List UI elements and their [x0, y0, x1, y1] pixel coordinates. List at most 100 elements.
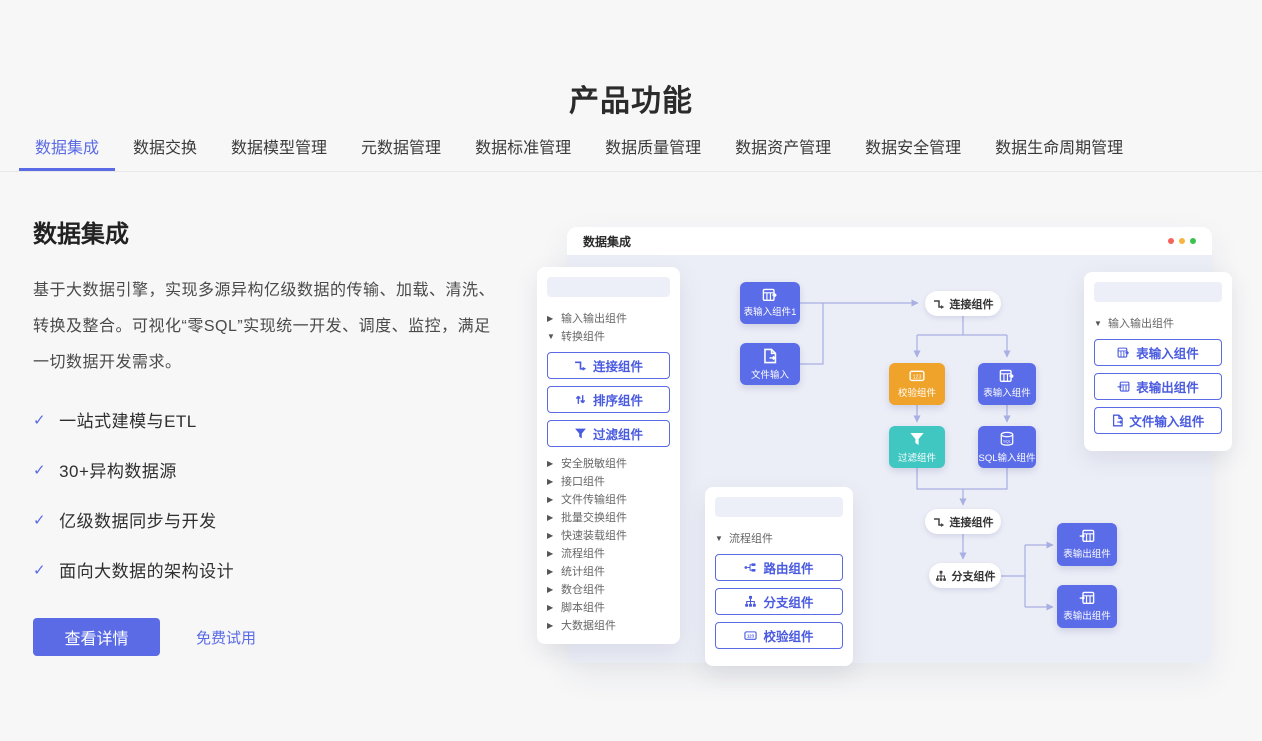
tree-group[interactable]: ▶脚本组件: [547, 598, 670, 616]
file-in-icon: [763, 348, 777, 364]
caret-right-icon: ▶: [547, 621, 556, 630]
component-button-label: 过滤组件: [593, 424, 643, 443]
flow-node-label: 文件输入: [751, 367, 789, 381]
tree-group[interactable]: ▶ 大数据组件: [547, 616, 670, 634]
component-button-label: 路由组件: [763, 558, 813, 577]
table-in-icon: [1117, 347, 1130, 358]
flow-node[interactable]: 文件输入: [740, 343, 800, 385]
flow-node-label: 校验组件: [898, 385, 936, 399]
caret-right-icon: ▶: [547, 585, 556, 594]
component-panel-transform: ▶输入输出组件▼转换组件连接组件排序组件过滤组件▶安全脱敏组件▶接口组件▶文件传…: [537, 267, 680, 644]
flow-node-label: 表输出组件: [1063, 546, 1111, 560]
flow-node-label: 分支组件: [952, 568, 996, 584]
tree-group[interactable]: ▶快速装载组件: [547, 526, 670, 544]
flow-node[interactable]: 表输入组件1: [740, 282, 800, 324]
flow-node-label: SQL输入组件: [978, 450, 1035, 464]
tab-4[interactable]: 数据标准管理: [459, 130, 587, 171]
flow-node[interactable]: 表输出组件: [1057, 585, 1117, 628]
feature-bullet-label: 亿级数据同步与开发: [59, 507, 217, 532]
feature-bullet: ✓亿级数据同步与开发: [33, 507, 503, 532]
tab-6[interactable]: 数据资产管理: [719, 130, 847, 171]
flow-node-label: 表输出组件: [1063, 608, 1111, 622]
connector-icon: [574, 359, 587, 372]
branch-icon: [744, 595, 757, 608]
tree-group-label: 输入输出组件: [1108, 315, 1174, 331]
connector-icon: [933, 298, 945, 310]
component-button[interactable]: 表输入组件: [1094, 339, 1222, 366]
component-search-input[interactable]: [715, 497, 843, 517]
tab-5[interactable]: 数据质量管理: [589, 130, 717, 171]
flow-node[interactable]: 表输出组件: [1057, 523, 1117, 566]
component-button[interactable]: 文件输入组件: [1094, 407, 1222, 434]
tab-2[interactable]: 数据模型管理: [215, 130, 343, 171]
component-button[interactable]: 过滤组件: [547, 420, 670, 447]
tree-group[interactable]: ▶接口组件: [547, 472, 670, 490]
component-button[interactable]: 分支组件: [715, 588, 843, 615]
tree-group[interactable]: ▶ 文件传输组件: [547, 490, 670, 508]
feature-bullet-list: ✓一站式建模与ETL✓30+异构数据源✓亿级数据同步与开发✓面向大数据的架构设计: [33, 407, 503, 582]
tree-group-label: 大数据组件: [561, 617, 616, 633]
flow-pill-node[interactable]: 连接组件: [925, 291, 1001, 316]
flow-node-label: 连接组件: [950, 514, 994, 530]
tab-0[interactable]: 数据集成: [19, 130, 115, 171]
feature-bullet: ✓ 一站式建模与ETL: [33, 407, 503, 432]
flow-node-label: 表输入组件1: [744, 304, 797, 318]
table-in-icon: [762, 288, 778, 302]
caret-right-icon: ▶: [547, 549, 556, 558]
tree-group[interactable]: ▶数仓组件: [547, 580, 670, 598]
tree-group[interactable]: ▶ 批量交换组件: [547, 508, 670, 526]
component-button-label: 连接组件: [593, 356, 643, 375]
caret-right-icon: ▶: [547, 477, 556, 486]
flow-node[interactable]: 123 校验组件: [889, 363, 945, 405]
flow-node[interactable]: 表输入组件: [978, 363, 1036, 405]
flow-node-label: 连接组件: [950, 296, 994, 312]
component-button[interactable]: 排序组件: [547, 386, 670, 413]
table-out-icon: [1079, 591, 1095, 605]
check-icon: ✓: [33, 411, 46, 429]
tree-group[interactable]: ▼转换组件: [547, 327, 670, 345]
tree-group[interactable]: ▶ 统计组件: [547, 562, 670, 580]
component-button[interactable]: 123校验组件: [715, 622, 843, 649]
tab-3[interactable]: 元数据管理: [345, 130, 457, 171]
tree-group[interactable]: ▶流程组件: [547, 544, 670, 562]
tree-group[interactable]: ▼流程组件: [715, 529, 843, 547]
tree-group-label: 文件传输组件: [561, 491, 627, 507]
component-button[interactable]: 连接组件: [547, 352, 670, 379]
caret-right-icon: ▶: [547, 314, 556, 323]
tree-group-label: 转换组件: [561, 328, 605, 344]
filter-icon: [909, 431, 925, 447]
caret-right-icon: ▶: [547, 513, 556, 522]
component-button-label: 排序组件: [593, 390, 643, 409]
component-search-input[interactable]: [547, 277, 670, 297]
svg-text:SQL: SQL: [1003, 438, 1012, 443]
tree-group[interactable]: ▼输入输出组件: [1094, 314, 1222, 332]
caret-right-icon: ▶: [547, 459, 556, 468]
flow-pill-node[interactable]: 分支组件: [929, 563, 1001, 588]
tree-group-label: 统计组件: [561, 563, 605, 579]
feature-bullet-label: 面向大数据的架构设计: [59, 557, 234, 582]
tree-group[interactable]: ▶输入输出组件: [547, 309, 670, 327]
view-details-button[interactable]: 查看详情: [33, 618, 160, 656]
tree-group-label: 批量交换组件: [561, 509, 627, 525]
free-trial-link[interactable]: 免费试用: [196, 627, 256, 648]
component-search-input[interactable]: [1094, 282, 1222, 302]
component-button[interactable]: 表输出组件: [1094, 373, 1222, 400]
tab-7[interactable]: 数据安全管理: [849, 130, 977, 171]
caret-right-icon: ▶: [547, 495, 556, 504]
caret-right-icon: ▶: [547, 567, 556, 576]
component-button-label: 文件输入组件: [1129, 411, 1204, 430]
feature-bullet: ✓面向大数据的架构设计: [33, 557, 503, 582]
feature-tabbar: 数据集成数据交换数据模型管理元数据管理数据标准管理数据质量管理数据资产管理数据安…: [0, 130, 1262, 172]
flow-node-label: 过滤组件: [898, 450, 936, 464]
page-title: 产品功能: [0, 76, 1262, 120]
tab-8[interactable]: 数据生命周期管理: [979, 130, 1139, 171]
svg-text:123: 123: [913, 374, 922, 380]
flow-pill-node[interactable]: 连接组件: [925, 509, 1001, 534]
tree-group[interactable]: ▶安全脱敏组件: [547, 454, 670, 472]
flow-node[interactable]: 过滤组件: [889, 426, 945, 468]
flow-node[interactable]: SQL SQL输入组件: [978, 426, 1036, 468]
tab-1[interactable]: 数据交换: [117, 130, 213, 171]
component-button[interactable]: 路由组件: [715, 554, 843, 581]
feature-bullet-label: 一站式建模与ETL: [59, 407, 197, 432]
tree-group-label: 流程组件: [729, 530, 773, 546]
